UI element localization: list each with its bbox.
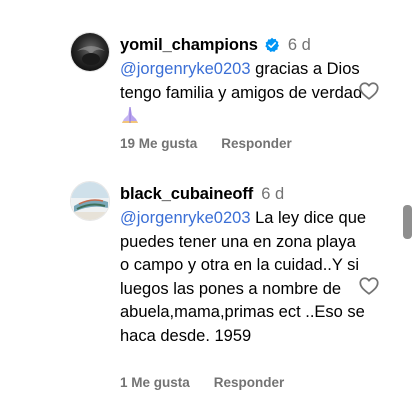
comment-header: yomil_champions 6 d: [120, 32, 370, 58]
comment-body: yomil_champions 6 d @jorgenryke0203 grac…: [120, 32, 370, 129]
likes-count-button[interactable]: 19 Me gusta: [120, 136, 197, 151]
comment-text: @jorgenryke0203 gracias a Dios tengo fam…: [120, 58, 368, 129]
comment-time: 6 d: [287, 35, 311, 54]
comment-meta: 1 Me gusta Responder: [120, 375, 284, 390]
heart-icon[interactable]: [358, 275, 380, 297]
mention-link[interactable]: @jorgenryke0203: [120, 209, 251, 227]
avatar-image: [71, 33, 109, 71]
comment-meta: 19 Me gusta Responder: [120, 136, 292, 151]
mention-link[interactable]: @jorgenryke0203: [120, 60, 251, 78]
username[interactable]: black_cubaineoff: [120, 185, 253, 204]
comment-time: 6 d: [261, 184, 285, 203]
heart-icon[interactable]: [358, 80, 380, 102]
comment-header: black_cubaineoff 6 d: [120, 181, 370, 207]
comments-panel: yomil_champions 6 d @jorgenryke0203 grac…: [0, 0, 412, 416]
avatar-image: [71, 182, 109, 220]
comment-item: yomil_champions 6 d @jorgenryke0203 grac…: [0, 32, 412, 162]
avatar[interactable]: [70, 181, 110, 221]
comment-body: black_cubaineoff 6 d @jorgenryke0203 La …: [120, 181, 370, 348]
comment-item: black_cubaineoff 6 d @jorgenryke0203 La …: [0, 181, 412, 401]
verified-badge-icon: [265, 37, 279, 52]
praying-hands-emoji: [122, 107, 138, 123]
reply-button[interactable]: Responder: [214, 375, 285, 390]
reply-button[interactable]: Responder: [221, 136, 292, 151]
likes-count-button[interactable]: 1 Me gusta: [120, 375, 190, 390]
comment-text-content: La ley dice que puedes tener una en zona…: [120, 209, 367, 345]
username[interactable]: yomil_champions: [120, 36, 258, 55]
scrollbar-thumb[interactable]: [403, 205, 412, 239]
avatar[interactable]: [70, 32, 110, 72]
comment-text: @jorgenryke0203 La ley dice que puedes t…: [120, 207, 368, 348]
